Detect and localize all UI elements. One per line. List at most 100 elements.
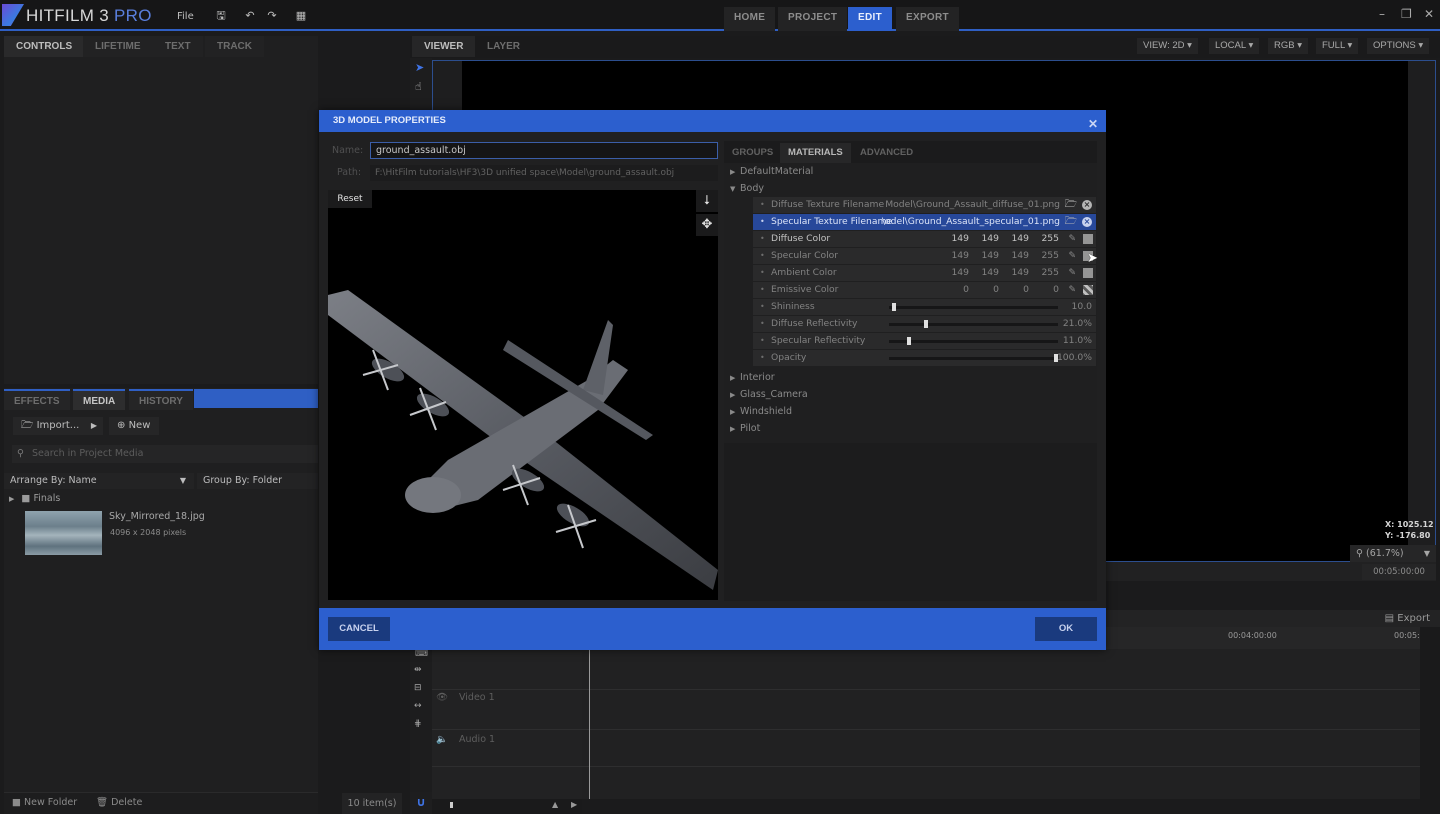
property-row-slider[interactable]: • Opacity 100.0% — [753, 350, 1096, 366]
color-swatch[interactable] — [1083, 234, 1093, 244]
tab-text[interactable]: TEXT — [153, 36, 203, 57]
folder-open-icon[interactable]: 🗁 — [1065, 197, 1077, 213]
arrange-by-dropdown[interactable]: Arrange By: Name ▼ — [4, 473, 194, 489]
alpha-value[interactable]: 255 — [1035, 248, 1059, 264]
red-value[interactable]: 149 — [945, 248, 969, 264]
tab-layer[interactable]: LAYER — [475, 36, 532, 57]
slider-track[interactable] — [889, 337, 1058, 345]
slider-track[interactable] — [889, 303, 1058, 311]
property-row-color[interactable]: • Emissive Color 0 0 0 0 ✎ — [753, 282, 1096, 298]
cancel-button[interactable]: CANCEL — [328, 617, 390, 641]
nav-tab-home[interactable]: HOME — [724, 7, 776, 31]
nav-tab-edit[interactable]: EDIT — [848, 7, 892, 31]
slide-icon[interactable]: ↔ — [414, 701, 422, 711]
group-by-dropdown[interactable]: Group By: Folder — [197, 473, 318, 489]
eyedropper-icon[interactable]: ✎ — [1068, 248, 1076, 264]
new-button[interactable]: ⊕ New — [109, 417, 159, 435]
zoom-dropdown[interactable]: ⚲ (61.7%) ▼ — [1350, 545, 1436, 562]
blue-value[interactable]: 149 — [1005, 248, 1029, 264]
export-button[interactable]: ▤ Export — [1385, 613, 1430, 624]
slider-value[interactable]: 21.0% — [1063, 316, 1092, 332]
material-node-expanded[interactable]: ▼ Body — [730, 180, 764, 197]
eye-icon[interactable]: 👁 — [436, 692, 448, 703]
slider-value[interactable]: 100.0% — [1057, 350, 1092, 366]
property-row-slider[interactable]: • Shininess 10.0 — [753, 299, 1096, 315]
green-value[interactable]: 149 — [975, 231, 999, 247]
slider-track[interactable] — [889, 320, 1058, 328]
nav-tab-project[interactable]: PROJECT — [778, 7, 848, 31]
red-value[interactable]: 149 — [945, 265, 969, 281]
zoom-in-icon[interactable]: ▲ — [552, 800, 558, 809]
slider-handle[interactable] — [907, 337, 912, 345]
tab-track[interactable]: TRACK — [205, 36, 264, 57]
tab-controls[interactable]: CONTROLS — [4, 36, 85, 57]
material-node[interactable]: ▶ Interior — [730, 369, 775, 386]
minimize-button[interactable]: – — [1379, 7, 1385, 21]
quality-dropdown[interactable]: FULL ▾ — [1316, 38, 1359, 54]
tab-groups[interactable]: GROUPS — [724, 143, 781, 163]
green-value[interactable]: 149 — [975, 265, 999, 281]
property-row-slider[interactable]: • Diffuse Reflectivity 21.0% — [753, 316, 1096, 332]
blue-value[interactable]: 149 — [1005, 265, 1029, 281]
ok-button[interactable]: OK — [1035, 617, 1097, 641]
magnet-icon[interactable]: ∪ — [410, 792, 432, 814]
hand-tool-icon[interactable]: ☝ — [415, 80, 422, 93]
alpha-value[interactable]: 255 — [1035, 265, 1059, 281]
property-row-color[interactable]: • Diffuse Color 149 149 149 255 ✎ — [753, 231, 1096, 247]
space-dropdown[interactable]: LOCAL ▾ — [1209, 38, 1260, 54]
playhead[interactable] — [589, 649, 590, 799]
name-input[interactable]: ground_assault.obj — [370, 142, 718, 159]
search-input[interactable]: ⚲ Search in Project Media — [12, 445, 318, 463]
slice-icon[interactable]: ⊟ — [414, 683, 422, 693]
ripple-icon[interactable]: ⇹ — [414, 665, 422, 675]
timeline-zoom-slider[interactable]: ▲ ▶ — [432, 799, 582, 814]
folder-finals[interactable]: ▶ ■ Finals — [9, 493, 60, 504]
slider-handle[interactable] — [923, 320, 928, 328]
clear-icon[interactable]: × — [1082, 200, 1092, 210]
red-value[interactable]: 149 — [945, 231, 969, 247]
eyedropper-icon[interactable]: ✎ — [1068, 265, 1076, 281]
slider-value[interactable]: 10.0 — [1072, 299, 1092, 315]
close-icon[interactable]: ✕ — [1088, 113, 1098, 135]
close-button[interactable]: ✕ — [1424, 7, 1434, 21]
keyboard-icon[interactable]: ⌨ — [415, 649, 428, 659]
property-row-color[interactable]: • Specular Color 149 149 149 255 ✎ — [753, 248, 1096, 264]
material-node[interactable]: ▶ Pilot — [730, 420, 760, 437]
options-dropdown[interactable]: OPTIONS ▾ — [1367, 38, 1430, 54]
nav-tab-export[interactable]: EXPORT — [896, 7, 959, 31]
clear-icon[interactable]: × — [1082, 217, 1092, 227]
alpha-value[interactable]: 0 — [1035, 282, 1059, 298]
property-row-color[interactable]: • Ambient Color 149 149 149 255 ✎ — [753, 265, 1096, 281]
green-value[interactable]: 0 — [975, 282, 999, 298]
select-tool-icon[interactable]: ➤ — [415, 61, 424, 74]
slider-handle[interactable] — [892, 303, 897, 311]
model-preview[interactable]: Reset ⭣ ✥ — [328, 190, 718, 600]
redo-icon[interactable]: ↷ — [265, 9, 279, 23]
grid-icon[interactable]: ▦ — [294, 9, 308, 23]
material-node[interactable]: ▶ Glass_Camera — [730, 386, 808, 403]
slider-value[interactable]: 11.0% — [1063, 333, 1092, 349]
speaker-icon[interactable]: 🔈 — [436, 734, 448, 745]
tab-media[interactable]: MEDIA — [73, 389, 126, 410]
folder-open-icon[interactable]: 🗁 — [1065, 214, 1077, 230]
tab-materials[interactable]: MATERIALS — [780, 143, 851, 163]
media-thumbnail[interactable] — [25, 511, 102, 555]
view-mode-dropdown[interactable]: VIEW: 2D ▾ — [1137, 38, 1198, 54]
red-value[interactable]: 0 — [945, 282, 969, 298]
blue-value[interactable]: 149 — [1005, 231, 1029, 247]
tab-advanced[interactable]: ADVANCED — [852, 143, 921, 163]
tab-effects[interactable]: EFFECTS — [4, 389, 70, 410]
new-folder-button[interactable]: ■ New Folder — [12, 797, 77, 808]
eyedropper-icon[interactable]: ✎ — [1068, 282, 1076, 298]
tab-history[interactable]: HISTORY — [129, 389, 193, 410]
property-row-slider[interactable]: • Specular Reflectivity 11.0% — [753, 333, 1096, 349]
save-icon[interactable]: 🖫 — [214, 9, 228, 23]
scroll-right-icon[interactable]: ▶ — [571, 800, 577, 809]
material-node[interactable]: ▶ DefaultMaterial — [730, 163, 813, 180]
channel-dropdown[interactable]: RGB ▾ — [1268, 38, 1309, 54]
green-value[interactable]: 149 — [975, 248, 999, 264]
timeline-scrollbar[interactable] — [1420, 627, 1440, 814]
menu-file[interactable]: File — [177, 11, 194, 22]
tab-viewer[interactable]: VIEWER — [412, 36, 476, 57]
material-node[interactable]: ▶ Windshield — [730, 403, 792, 420]
